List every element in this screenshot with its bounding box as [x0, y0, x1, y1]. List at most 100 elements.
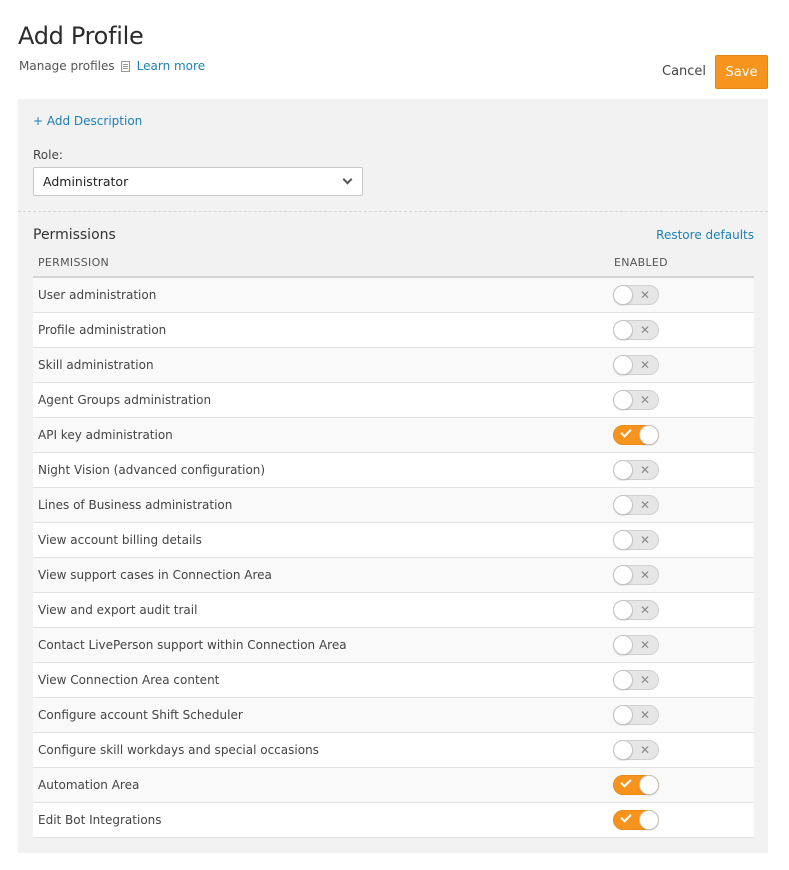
- permission-toggle[interactable]: ✕: [613, 634, 659, 655]
- permission-name: Configure account Shift Scheduler: [33, 697, 613, 733]
- page-subtitle: Manage profiles: [19, 59, 115, 73]
- permission-toggle[interactable]: ✕: [613, 389, 659, 410]
- add-description-link[interactable]: + Add Description: [33, 114, 142, 128]
- restore-defaults-link[interactable]: Restore defaults: [656, 228, 754, 242]
- permission-enabled-cell: ✕: [613, 452, 754, 488]
- permission-enabled-cell: ✕: [613, 487, 754, 523]
- learn-more-link[interactable]: Learn more: [137, 59, 205, 73]
- cancel-button[interactable]: Cancel: [662, 64, 706, 79]
- table-row: View and export audit trail ✕: [33, 592, 754, 628]
- permission-name: View account billing details: [33, 522, 613, 558]
- permission-enabled-cell: ✕: [613, 277, 754, 313]
- toggle-knob: [613, 354, 633, 375]
- toggle-knob: [613, 599, 633, 620]
- table-row: Night Vision (advanced configuration) ✕: [33, 452, 754, 488]
- table-row: Configure skill workdays and special occ…: [33, 732, 754, 768]
- table-row: User administration ✕: [33, 277, 754, 313]
- close-icon: ✕: [639, 672, 650, 687]
- close-icon: ✕: [639, 392, 650, 407]
- toggle-knob: [613, 319, 633, 340]
- permission-enabled-cell: ✕: [613, 662, 754, 698]
- table-row: API key administration✕: [33, 417, 754, 453]
- role-label: Role:: [33, 148, 63, 162]
- permission-toggle[interactable]: ✕: [613, 599, 659, 620]
- profile-form-panel: + Add Description Role: Administrator Pe…: [18, 99, 768, 853]
- permission-name: Lines of Business administration: [33, 487, 613, 523]
- close-icon: ✕: [639, 462, 650, 477]
- toggle-knob: [613, 284, 633, 305]
- permission-enabled-cell: ✕: [613, 697, 754, 733]
- profile-details-section: + Add Description Role: Administrator: [18, 99, 768, 212]
- toggle-knob: [639, 809, 659, 830]
- close-icon: ✕: [639, 357, 650, 372]
- permission-name: View Connection Area content: [33, 662, 613, 698]
- permission-toggle[interactable]: ✕: [613, 319, 659, 340]
- table-row: Lines of Business administration ✕: [33, 487, 754, 523]
- permission-enabled-cell: ✕: [613, 557, 754, 593]
- toggle-knob: [613, 459, 633, 480]
- permission-enabled-cell: ✕: [613, 732, 754, 768]
- permissions-header: Permissions Restore defaults: [33, 212, 754, 248]
- permission-name: Agent Groups administration: [33, 382, 613, 418]
- permission-toggle[interactable]: ✕: [613, 459, 659, 480]
- permission-toggle[interactable]: ✕: [613, 739, 659, 760]
- close-icon: ✕: [639, 287, 650, 302]
- permission-name: Night Vision (advanced configuration): [33, 452, 613, 488]
- chevron-down-icon: [342, 174, 353, 185]
- save-button[interactable]: Save: [715, 55, 768, 89]
- toggle-knob: [639, 424, 659, 445]
- permission-name: Edit Bot Integrations: [33, 802, 613, 838]
- table-row: View account billing details ✕: [33, 522, 754, 558]
- close-icon: ✕: [639, 637, 650, 652]
- permission-name: API key administration: [33, 417, 613, 453]
- permission-toggle[interactable]: ✕: [613, 494, 659, 515]
- permission-enabled-cell: ✕: [613, 802, 754, 838]
- permission-name: Skill administration: [33, 347, 613, 383]
- table-row: Edit Bot Integrations✕: [33, 802, 754, 838]
- role-select[interactable]: Administrator: [33, 167, 363, 196]
- toggle-knob: [613, 389, 633, 410]
- toggle-knob: [639, 774, 659, 795]
- toggle-knob: [613, 494, 633, 515]
- permissions-title: Permissions: [33, 227, 116, 243]
- close-icon: ✕: [639, 532, 650, 547]
- permission-toggle[interactable]: ✕: [613, 424, 659, 445]
- permission-toggle[interactable]: ✕: [613, 529, 659, 550]
- checkmark-icon: [620, 810, 632, 823]
- permission-toggle[interactable]: ✕: [613, 809, 659, 830]
- permission-name: View and export audit trail: [33, 592, 613, 628]
- toggle-knob: [613, 564, 633, 585]
- toggle-knob: [613, 704, 633, 725]
- permission-name: User administration: [33, 277, 613, 313]
- toggle-knob: [613, 669, 633, 690]
- table-row: Skill administration ✕: [33, 347, 754, 383]
- permission-toggle[interactable]: ✕: [613, 774, 659, 795]
- permission-name: Configure skill workdays and special occ…: [33, 732, 613, 768]
- table-row: Configure account Shift Scheduler ✕: [33, 697, 754, 733]
- role-select-value: Administrator: [43, 174, 129, 189]
- permission-toggle[interactable]: ✕: [613, 704, 659, 725]
- close-icon: ✕: [639, 707, 650, 722]
- permission-toggle[interactable]: ✕: [613, 354, 659, 375]
- toggle-knob: [613, 739, 633, 760]
- permission-enabled-cell: ✕: [613, 522, 754, 558]
- permissions-section: Permissions Restore defaults PERMISSION …: [18, 212, 768, 853]
- document-icon: [120, 60, 130, 72]
- permissions-table-body: User administration ✕ Profile administrati…: [33, 277, 754, 838]
- permission-toggle[interactable]: ✕: [613, 669, 659, 690]
- toggle-knob: [613, 634, 633, 655]
- close-icon: ✕: [639, 497, 650, 512]
- permission-enabled-cell: ✕: [613, 382, 754, 418]
- toggle-knob: [613, 529, 633, 550]
- column-header-permission: PERMISSION: [33, 248, 613, 278]
- permission-toggle[interactable]: ✕: [613, 284, 659, 305]
- permission-toggle[interactable]: ✕: [613, 564, 659, 585]
- permission-name: Automation Area: [33, 767, 613, 803]
- table-row: View Connection Area content ✕: [33, 662, 754, 698]
- table-row: Agent Groups administration ✕: [33, 382, 754, 418]
- close-icon: ✕: [639, 602, 650, 617]
- permission-enabled-cell: ✕: [613, 627, 754, 663]
- permission-name: Contact LivePerson support within Connec…: [33, 627, 613, 663]
- page-subtitle-row: Manage profiles Learn more: [19, 59, 205, 73]
- checkmark-icon: [620, 425, 632, 438]
